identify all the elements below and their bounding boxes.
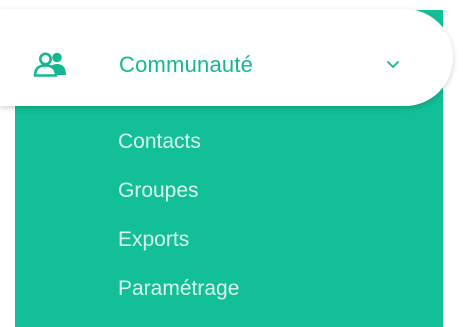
menu-section-label: Communauté [119, 52, 254, 77]
submenu-item-contacts[interactable]: Contacts [118, 130, 239, 154]
submenu-item-parametrage[interactable]: Paramétrage [118, 277, 239, 301]
menu-section-communaute[interactable]: Communauté [0, 9, 453, 106]
submenu-list: Contacts Groupes Exports Paramétrage [118, 130, 239, 326]
community-users-icon [33, 52, 66, 77]
sidebar-menu: Communauté Contacts Groupes Exports Para… [0, 0, 463, 327]
chevron-down-icon[interactable] [385, 58, 401, 70]
submenu-item-groupes[interactable]: Groupes [118, 179, 239, 203]
submenu-item-exports[interactable]: Exports [118, 228, 239, 252]
